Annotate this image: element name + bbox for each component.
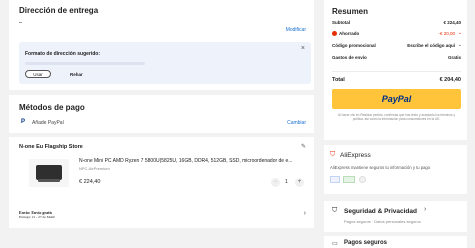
payment-methods-card: Métodos de pago P Añade PayPal Cambiar: [9, 95, 314, 133]
modify-address-link[interactable]: Modificar: [286, 27, 306, 33]
secure-badge-icon: [343, 176, 356, 183]
aliexpress-card: ⛉ AliExpress AliExpress mantiene seguros…: [324, 145, 467, 194]
security-title: Seguridad & Privacidad: [344, 208, 417, 215]
payment-card-icon: ▭: [332, 241, 338, 247]
dismiss-address-link[interactable]: Rehar: [70, 72, 83, 77]
product-image: [29, 159, 69, 187]
payment-methods-title: Métodos de pago: [19, 103, 85, 112]
change-payment-link[interactable]: Cambiar: [287, 120, 306, 126]
summary-divider: [332, 71, 461, 72]
security-card[interactable]: ⛉ Seguridad & Privacidad › Pagos seguros…: [324, 201, 467, 232]
suggested-address-box: Formato de dirección sugerido: × Usar Re…: [19, 42, 311, 84]
visa-icon: [330, 176, 340, 183]
terms-text: Al hacer clic en Realizar pedido, confir…: [337, 113, 456, 122]
product-title[interactable]: N-one Mini PC AMD Ryzen 7 5800U(5825U, 1…: [79, 158, 307, 164]
security-subtitle: Pagos seguros · Datos personales seguros: [344, 219, 421, 224]
product-variant: NPC-AirPremium: [79, 166, 110, 171]
summary-card: Resumen Subtotal € 224,40 Ahorrado -€ 20…: [324, 0, 467, 140]
total-label: Total: [332, 77, 345, 83]
subtotal-label: Subtotal: [332, 20, 350, 25]
use-address-button[interactable]: Usar: [25, 70, 51, 78]
trust-badge-icons: [330, 176, 390, 186]
lock-badge-icon: [358, 176, 366, 183]
paypal-button[interactable]: PayPal: [332, 89, 461, 109]
chevron-down-icon[interactable]: ⌄: [458, 30, 462, 36]
quantity-increase-button[interactable]: +: [295, 178, 304, 187]
address-title: Dirección de entrega: [19, 6, 99, 15]
subtotal-value: € 224,40: [443, 20, 461, 25]
store-name: N-one Eu Flagship Store: [19, 144, 83, 150]
aliexpress-name: AliExpress: [340, 152, 371, 159]
saved-icon: [332, 31, 337, 36]
quantity-value[interactable]: 1: [285, 179, 288, 185]
store-card: N-one Eu Flagship Store ✎ N-one Mini PC …: [9, 137, 314, 228]
paypal-logo: PayPal: [381, 94, 412, 104]
quantity-decrease-button[interactable]: −: [271, 178, 280, 187]
shield-icon: ⛉: [330, 151, 336, 158]
shipping-date: Entrega: 21 - 27 de MAR: [19, 215, 55, 219]
total-value: € 204,40: [439, 77, 461, 83]
promo-chevron-icon[interactable]: ⌄: [458, 42, 462, 48]
shipping-cost-value: Gratis: [447, 55, 461, 60]
summary-title: Resumen: [332, 7, 369, 16]
secure-payments-title: Pagos seguros: [344, 240, 388, 246]
saved-value: -€ 20,00: [438, 31, 455, 36]
suggested-address-title: Formato de dirección sugerido:: [25, 51, 101, 57]
shipping-cost-label: Gastos de envío: [332, 55, 367, 60]
paypal-small-icon: P: [21, 119, 26, 125]
address-card: Dirección de entrega Modificar Formato d…: [9, 0, 314, 90]
address-placeholder-line: [19, 22, 22, 23]
security-shield-icon: ⛉: [332, 207, 338, 214]
secure-payments-card: ▭ Pagos seguros: [324, 236, 467, 248]
promo-label: Código promocional: [332, 43, 376, 48]
promo-input[interactable]: Escribe el código aquí: [407, 43, 455, 48]
add-paypal-label[interactable]: Añade PayPal: [32, 120, 64, 126]
product-price: € 224,40: [79, 179, 101, 185]
aliexpress-tagline: AliExpress mantiene seguros tu informaci…: [330, 165, 431, 170]
close-icon[interactable]: ×: [301, 45, 305, 52]
suggested-address-line: [25, 62, 145, 65]
security-chevron-icon[interactable]: ›: [424, 206, 426, 213]
chevron-right-icon[interactable]: ›: [304, 210, 306, 217]
saved-label: Ahorrado: [339, 31, 360, 36]
edit-icon[interactable]: ✎: [301, 143, 306, 150]
